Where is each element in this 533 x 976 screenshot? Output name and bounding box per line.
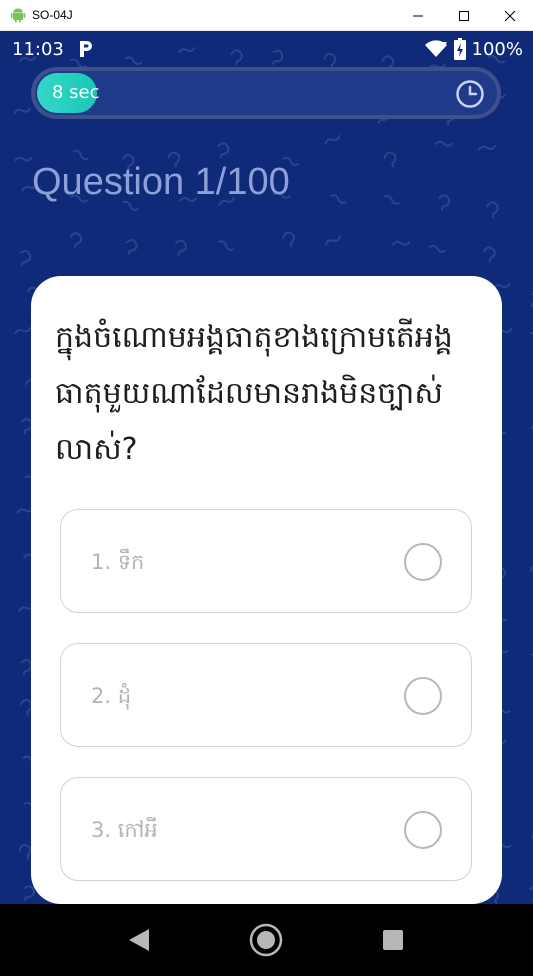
battery-icon: [453, 38, 466, 60]
status-bar: 11:03 100%: [0, 31, 533, 67]
wifi-icon: [424, 40, 447, 57]
maximize-button[interactable]: [441, 0, 487, 31]
close-button[interactable]: [487, 0, 533, 31]
radio-icon[interactable]: [404, 677, 442, 715]
clock-icon: [456, 80, 484, 108]
app-screen: 11:03 100% 8 sec Question 1/100 ក្នុងចំណ: [0, 31, 533, 904]
question-card: ក្នុងចំណោមអង្គធាតុខាងក្រោមតើអង្គធាតុមួយណ…: [31, 276, 502, 904]
answer-option-label: 3. កៅអី: [91, 818, 158, 842]
navigation-bar: [0, 904, 533, 976]
radio-icon[interactable]: [404, 811, 442, 849]
minimize-button[interactable]: [395, 0, 441, 31]
recents-button[interactable]: [375, 922, 411, 958]
home-button[interactable]: [248, 922, 284, 958]
window-title: SO-04J: [32, 8, 73, 22]
question-number: Question 1/100: [32, 161, 290, 203]
maximize-icon: [459, 10, 469, 21]
parking-icon: [79, 41, 92, 57]
answer-option-label: 2. ដុំ: [91, 684, 132, 708]
recents-icon: [383, 930, 403, 950]
answer-option-3[interactable]: 3. កៅអី: [60, 777, 472, 881]
answer-option-2[interactable]: 2. ដុំ: [60, 643, 472, 747]
battery-percent: 100%: [471, 38, 523, 60]
minimize-icon: [413, 15, 423, 16]
home-icon: [249, 923, 283, 957]
back-icon: [129, 929, 149, 951]
answer-option-label: 1. ទឹក: [91, 550, 145, 574]
radio-icon[interactable]: [404, 543, 442, 581]
back-button[interactable]: [121, 922, 157, 958]
question-text: ក្នុងចំណោមអង្គធាតុខាងក្រោមតើអង្គធាតុមួយណ…: [55, 320, 453, 467]
answer-option-1[interactable]: 1. ទឹក: [60, 509, 472, 613]
timer-bar: 8 sec: [31, 67, 501, 119]
timer-text: 8 sec: [52, 82, 100, 103]
status-time: 11:03: [12, 38, 64, 60]
window-titlebar: SO-04J: [0, 0, 533, 31]
android-icon: [10, 8, 26, 23]
close-icon: [504, 10, 516, 21]
